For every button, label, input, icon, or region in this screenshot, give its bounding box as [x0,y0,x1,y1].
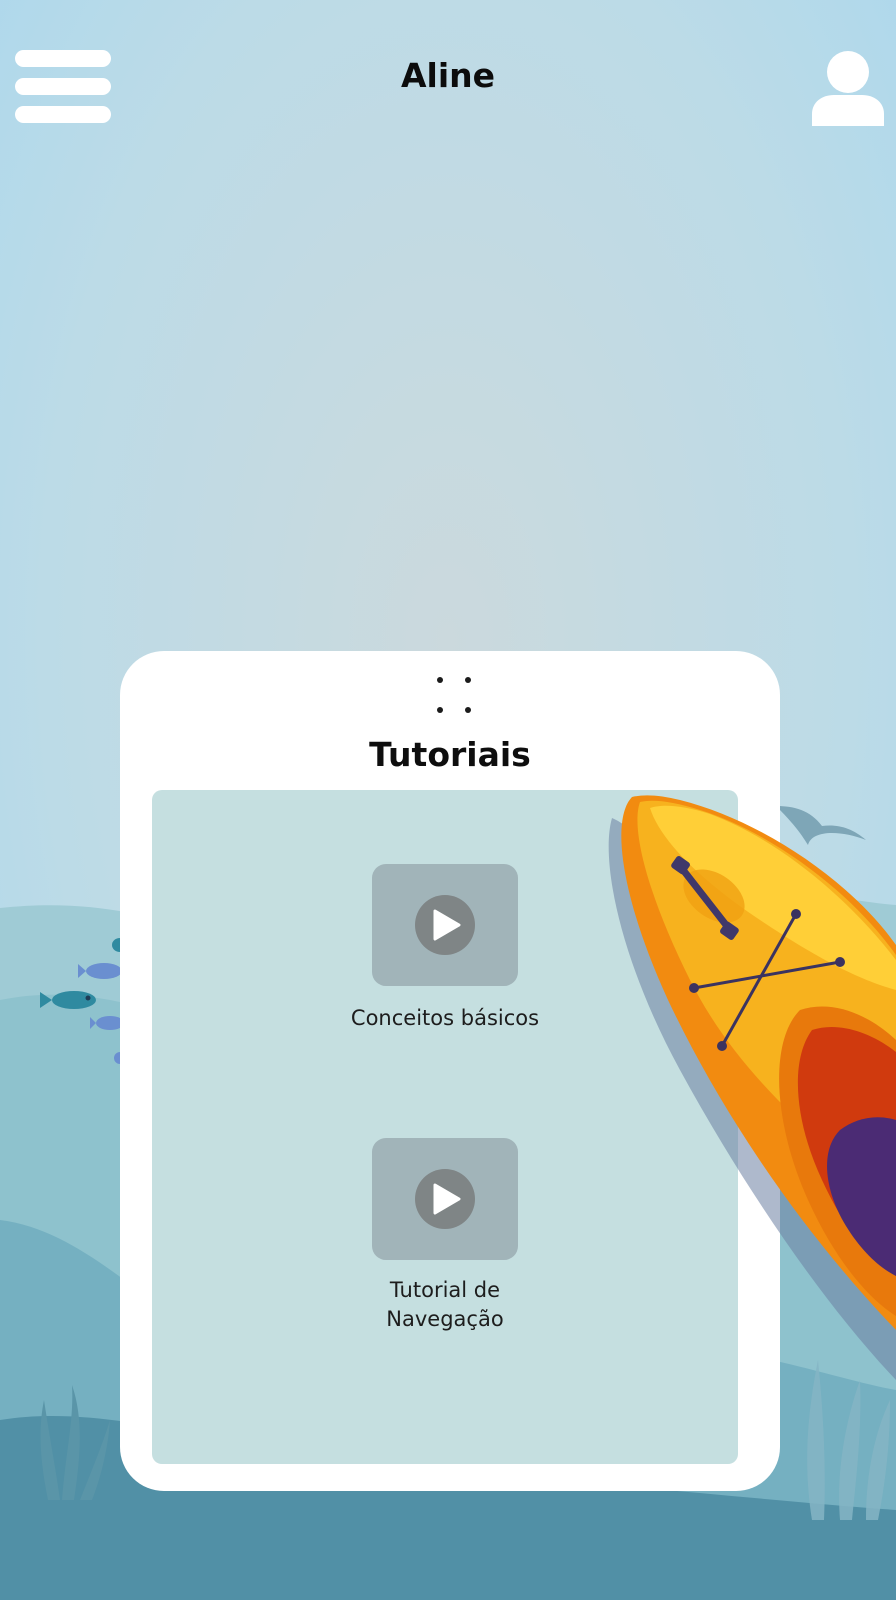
drag-handle-icon[interactable] [425,673,475,713]
profile-button[interactable] [810,50,886,126]
play-icon[interactable] [415,895,475,955]
tutorial-navegacao[interactable]: Tutorial de Navegação [152,1138,738,1348]
tutorial-label: Tutorial de Navegação [386,1278,504,1331]
card-title: Tutoriais [369,735,531,774]
page-title: Aline [400,56,496,95]
tutorials-card: Tutoriais Conceitos básicos Tutorial de … [120,651,780,1491]
tutorial-conceitos-basicos[interactable]: Conceitos básicos [152,864,738,1034]
video-thumbnail[interactable] [372,864,518,986]
tutorial-label: Conceitos básicos [350,1006,540,1030]
user-profile-icon [812,51,884,126]
video-thumbnail[interactable] [372,1138,518,1260]
tutorials-list: Conceitos básicos Tutorial de Navegação [152,790,738,1464]
play-icon[interactable] [415,1169,475,1229]
